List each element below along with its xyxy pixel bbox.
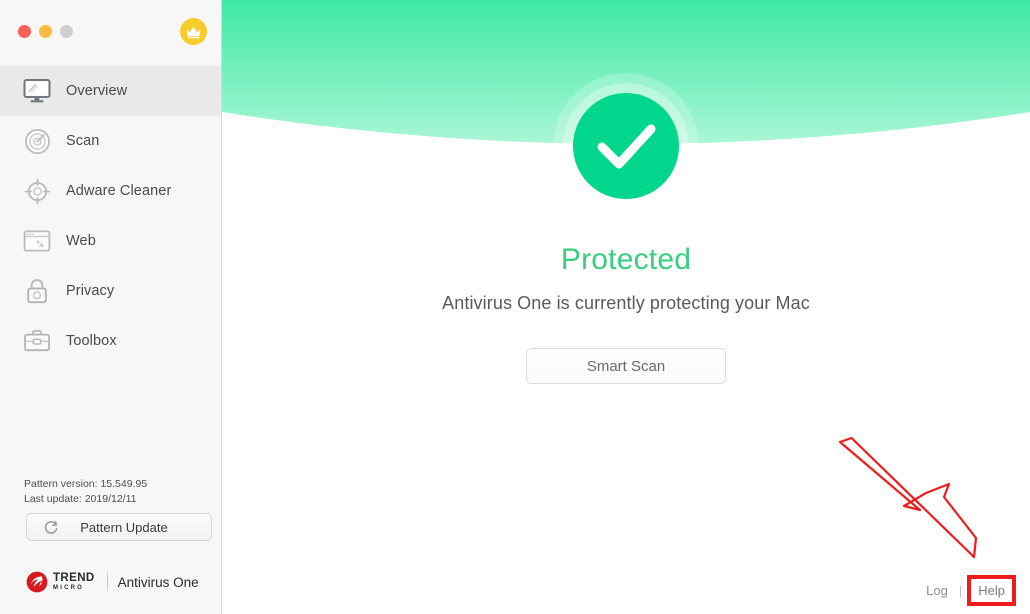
- pattern-update-label: Pattern Update: [80, 519, 168, 535]
- smart-scan-label: Smart Scan: [586, 357, 666, 375]
- brand-product-name: Antivirus One: [117, 574, 199, 590]
- trend-micro-logo-icon: [26, 571, 48, 593]
- status-subtitle: Antivirus One is currently protecting yo…: [442, 293, 810, 313]
- sidebar-item-adware-cleaner[interactable]: Adware Cleaner: [0, 166, 221, 216]
- brand-divider: [106, 573, 108, 591]
- sidebar-item-label: Web: [66, 233, 96, 249]
- sidebar: Overview Scan Adware Cleaner Web Privacy…: [0, 0, 222, 614]
- last-update: Last update: 2019/12/11: [24, 493, 137, 505]
- sidebar-item-label: Overview: [66, 83, 128, 99]
- footer-links: Log | Help: [926, 574, 1016, 606]
- crosshair-icon: [22, 176, 52, 206]
- refresh-icon: [43, 519, 59, 535]
- sidebar-item-toolbox[interactable]: Toolbox: [0, 316, 221, 366]
- sidebar-nav: Overview Scan Adware Cleaner Web Privacy…: [0, 66, 221, 366]
- sidebar-item-scan[interactable]: Scan: [0, 116, 221, 166]
- pattern-info: Pattern version: 15.549.95 Last update: …: [24, 477, 147, 507]
- antivirus-one-window: Overview Scan Adware Cleaner Web Privacy…: [0, 0, 1030, 614]
- sidebar-item-label: Toolbox: [66, 333, 117, 349]
- sidebar-item-label: Scan: [66, 133, 100, 149]
- footer-separator: |: [958, 582, 963, 598]
- smart-scan-button[interactable]: Smart Scan: [526, 348, 726, 384]
- browser-window-icon: [22, 226, 52, 256]
- sidebar-item-privacy[interactable]: Privacy: [0, 266, 221, 316]
- zoom-button[interactable]: [60, 25, 73, 38]
- brand-company-line1: TREND: [53, 571, 95, 584]
- status-title: Protected: [560, 243, 692, 276]
- log-link[interactable]: Log: [926, 583, 948, 598]
- window-titlebar: [0, 0, 221, 63]
- help-link-wrapper[interactable]: Help: [967, 574, 1016, 606]
- sidebar-item-overview[interactable]: Overview: [0, 66, 221, 116]
- main-content: Protected Antivirus One is currently pro…: [222, 0, 1030, 614]
- radar-scan-icon: [22, 126, 52, 156]
- monitor-icon: [22, 76, 52, 106]
- sidebar-item-label: Adware Cleaner: [66, 183, 172, 199]
- premium-badge[interactable]: [180, 18, 207, 45]
- sidebar-item-web[interactable]: Web: [0, 216, 221, 266]
- trend-micro-wordmark: TREND MICRO: [53, 571, 95, 592]
- minimize-button[interactable]: [39, 25, 52, 38]
- sidebar-item-label: Privacy: [66, 283, 115, 299]
- pattern-version: Pattern version: 15.549.95: [24, 478, 148, 490]
- brand-company-line2: MICRO: [53, 585, 84, 592]
- close-button[interactable]: [18, 25, 31, 38]
- arrow-pointing-down-right-icon: [838, 436, 978, 559]
- pattern-update-button[interactable]: Pattern Update: [26, 513, 212, 541]
- crown-icon: [186, 26, 201, 38]
- padlock-icon: [22, 276, 52, 306]
- briefcase-icon: [22, 326, 52, 356]
- check-circle-icon: [553, 73, 699, 219]
- brand-footer: TREND MICRO Antivirus One: [26, 570, 199, 594]
- help-link[interactable]: Help: [978, 583, 1005, 598]
- window-traffic-lights: [18, 25, 73, 38]
